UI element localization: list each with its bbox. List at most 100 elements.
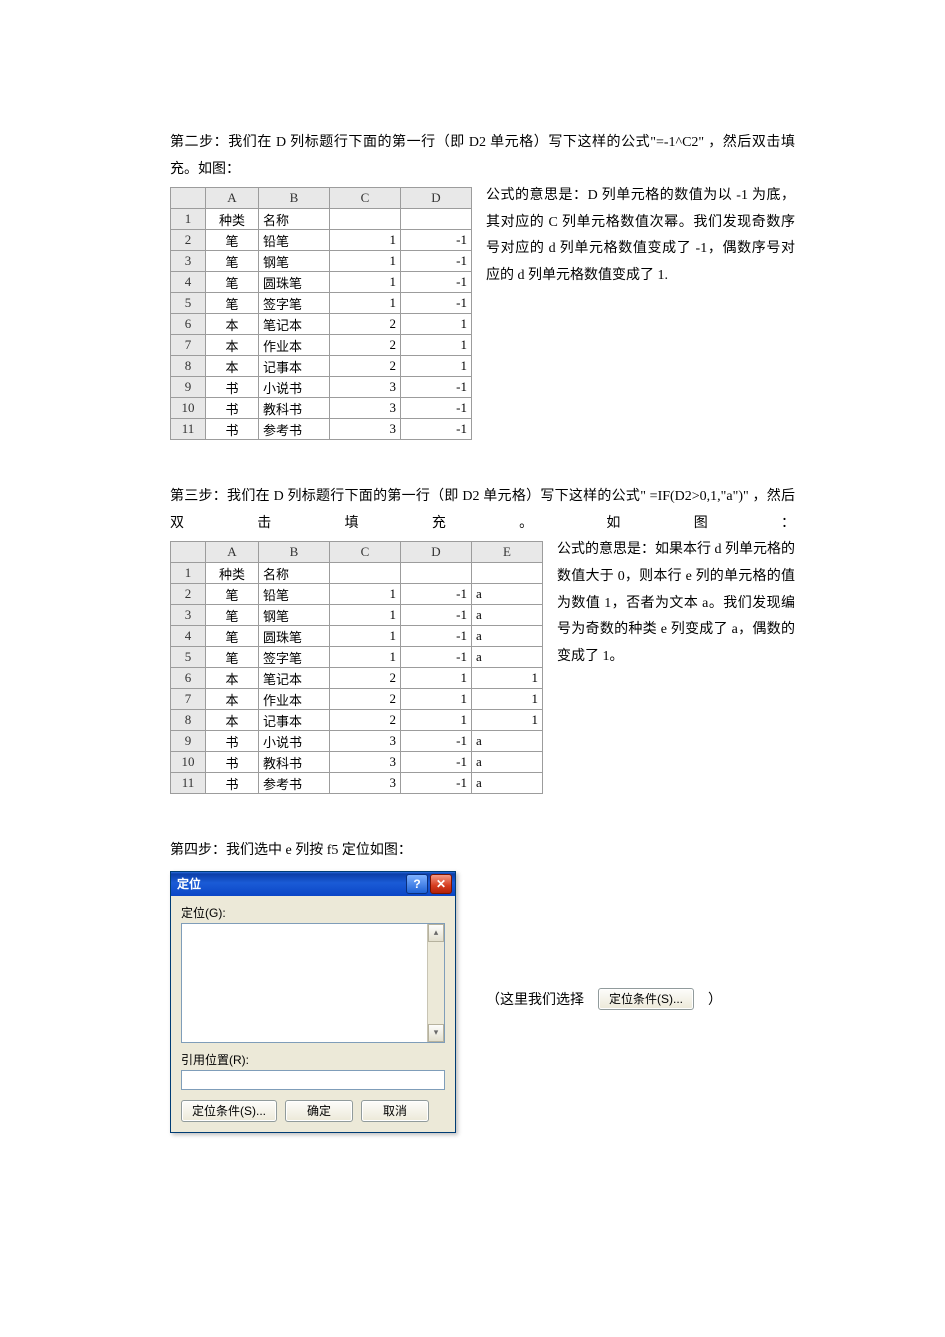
help-icon[interactable]: ?: [406, 874, 428, 894]
goto-listbox[interactable]: ▴ ▾: [181, 923, 445, 1043]
cell-c: 2: [330, 356, 401, 377]
table-row: 10书教科书3-1: [171, 398, 472, 419]
aside-prefix: （这里我们选择: [486, 989, 584, 1009]
row-number: 6: [171, 314, 206, 335]
table-row: 8本记事本211: [171, 710, 543, 731]
special-button[interactable]: 定位条件(S)...: [181, 1100, 277, 1122]
row-number: 7: [171, 689, 206, 710]
cell-b: 签字笔: [259, 647, 330, 668]
cell-a: 本: [206, 356, 259, 377]
goto-label: 定位(G):: [181, 904, 445, 921]
cell-e: 1: [472, 668, 543, 689]
row-number: 2: [171, 584, 206, 605]
cell-b: 小说书: [259, 731, 330, 752]
cell-d: 1: [401, 314, 472, 335]
table2-header-row: A B C D E: [171, 542, 543, 563]
aside-suffix: ）: [708, 989, 722, 1009]
table1: A B C D 1种类名称2笔铅笔1-13笔钢笔1-14笔圆珠笔1-15笔签字笔…: [170, 187, 472, 440]
cell-c: 3: [330, 773, 401, 794]
row-number: 3: [171, 605, 206, 626]
cell-c: [330, 563, 401, 584]
cancel-button[interactable]: 取消: [361, 1100, 429, 1122]
cell-b: 教科书: [259, 398, 330, 419]
cell-b: 钢笔: [259, 605, 330, 626]
row-number: 7: [171, 335, 206, 356]
ok-button[interactable]: 确定: [285, 1100, 353, 1122]
cell-d: 1: [401, 668, 472, 689]
cell-e: a: [472, 626, 543, 647]
table-row: 11书参考书3-1a: [171, 773, 543, 794]
row-number: 4: [171, 626, 206, 647]
cell-d: 1: [401, 710, 472, 731]
row-number: 9: [171, 377, 206, 398]
cell-d: -1: [401, 584, 472, 605]
cell-a: 笔: [206, 272, 259, 293]
cell-d: 1: [401, 335, 472, 356]
cell-e: a: [472, 605, 543, 626]
cell-c: 2: [330, 335, 401, 356]
cell-d: -1: [401, 293, 472, 314]
cell-b: 记事本: [259, 710, 330, 731]
row-number: 8: [171, 356, 206, 377]
table-row: 9书小说书3-1: [171, 377, 472, 398]
row-number: 5: [171, 293, 206, 314]
col-D: D: [401, 188, 472, 209]
reference-input[interactable]: [181, 1070, 445, 1090]
cell-c: 2: [330, 689, 401, 710]
cell-a: 本: [206, 335, 259, 356]
cell-b: 小说书: [259, 377, 330, 398]
cell-d: -1: [401, 605, 472, 626]
table-row: 4笔圆珠笔1-1a: [171, 626, 543, 647]
cell-e: a: [472, 752, 543, 773]
cell-c: [330, 209, 401, 230]
cell-a: 本: [206, 689, 259, 710]
row-number: 9: [171, 731, 206, 752]
table-row: 7本作业本211: [171, 689, 543, 710]
step3-section: 第三步：我们在 D 列标题行下面的第一行（即 D2 单元格）写下这样的公式" =…: [170, 484, 795, 800]
reference-label: 引用位置(R):: [181, 1051, 445, 1068]
cell-a: 种类: [206, 209, 259, 230]
cell-c: 3: [330, 398, 401, 419]
cell-c: 3: [330, 419, 401, 440]
close-icon[interactable]: ✕: [430, 874, 452, 894]
cell-e: a: [472, 731, 543, 752]
scroll-down-icon[interactable]: ▾: [428, 1024, 444, 1042]
cell-d: -1: [401, 251, 472, 272]
cell-d: -1: [401, 272, 472, 293]
aside-special-button[interactable]: 定位条件(S)...: [598, 988, 694, 1010]
cell-b: 参考书: [259, 773, 330, 794]
cell-e: 1: [472, 710, 543, 731]
cell-c: 1: [330, 647, 401, 668]
cell-a: 本: [206, 710, 259, 731]
row-number: 11: [171, 419, 206, 440]
step3-intro: 第三步：我们在 D 列标题行下面的第一行（即 D2 单元格）写下这样的公式" =…: [170, 484, 795, 537]
col-B: B: [259, 188, 330, 209]
cell-e: [472, 563, 543, 584]
cell-b: 圆珠笔: [259, 626, 330, 647]
row-number: 3: [171, 251, 206, 272]
table-row: 10书教科书3-1a: [171, 752, 543, 773]
table-row: 2笔铅笔1-1: [171, 230, 472, 251]
cell-d: -1: [401, 398, 472, 419]
col-E: E: [472, 542, 543, 563]
cell-c: 1: [330, 251, 401, 272]
row-number: 1: [171, 563, 206, 584]
dialog-title: 定位: [177, 875, 201, 892]
cell-d: -1: [401, 647, 472, 668]
dialog-titlebar[interactable]: 定位 ? ✕: [171, 872, 455, 896]
scroll-up-icon[interactable]: ▴: [428, 924, 444, 942]
cell-c: 2: [330, 710, 401, 731]
row-number: 10: [171, 398, 206, 419]
scrollbar[interactable]: ▴ ▾: [427, 924, 444, 1042]
table1-header-row: A B C D: [171, 188, 472, 209]
row-number: 6: [171, 668, 206, 689]
step2-intro: 第二步：我们在 D 列标题行下面的第一行（即 D2 单元格）写下这样的公式"=-…: [170, 130, 795, 183]
cell-d: -1: [401, 230, 472, 251]
table-row: 3笔钢笔1-1: [171, 251, 472, 272]
cell-d: -1: [401, 377, 472, 398]
cell-c: 1: [330, 584, 401, 605]
table-row: 11书参考书3-1: [171, 419, 472, 440]
cell-d: [401, 209, 472, 230]
table-row: 5笔签字笔1-1a: [171, 647, 543, 668]
cell-b: 记事本: [259, 356, 330, 377]
